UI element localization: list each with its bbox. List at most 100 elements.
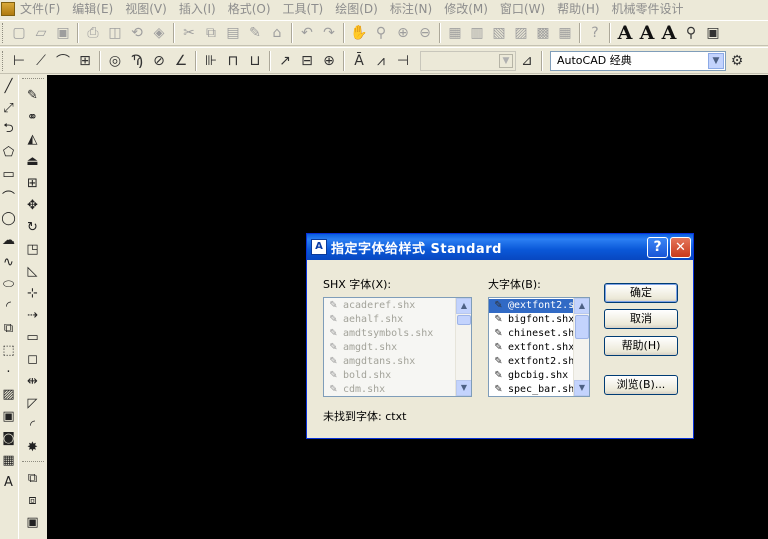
zoom-window-icon[interactable]: ⊕: [392, 22, 414, 44]
insert-block-icon[interactable]: ⧉: [1, 317, 17, 339]
pan-icon[interactable]: ✋: [348, 22, 370, 44]
erase-icon[interactable]: ✎: [22, 84, 44, 106]
stretch-icon[interactable]: ◺: [22, 260, 44, 282]
fillet-icon[interactable]: ◜: [22, 414, 44, 436]
toolbar-grip[interactable]: [21, 461, 44, 464]
menu-draw[interactable]: 绘图(D): [330, 0, 385, 17]
plot-icon[interactable]: ⎙: [82, 22, 104, 44]
list-item[interactable]: ✎ cdm.shx: [324, 383, 471, 396]
calculator-icon[interactable]: ▦: [554, 22, 576, 44]
menu-window[interactable]: 窗口(W): [495, 0, 552, 17]
dialog-titlebar[interactable]: A 指定字体给样式 Standard ? ✕: [307, 234, 693, 260]
cancel-button[interactable]: 取消: [604, 309, 678, 329]
revision-cloud-icon[interactable]: ☁: [1, 229, 17, 251]
region-icon[interactable]: ◙: [1, 427, 17, 449]
spline-icon[interactable]: ∿: [1, 251, 17, 273]
scale-icon[interactable]: ◳: [22, 238, 44, 260]
list-item[interactable]: ✎ amgdtans.shx: [324, 355, 471, 369]
menu-view[interactable]: 视图(V): [120, 0, 174, 17]
workspace-select[interactable]: AutoCAD 经典 ▼: [550, 50, 726, 71]
menu-tools[interactable]: 工具(T): [278, 0, 331, 17]
big-font-list[interactable]: ✎ @extfont2.shx ✎ bigfont.shx ✎ chineset.sh…: [488, 297, 590, 397]
copy-object-icon[interactable]: ⚭: [22, 106, 44, 128]
ellipse-arc-icon[interactable]: ◜: [1, 295, 17, 317]
polygon-icon[interactable]: ⬠: [1, 141, 17, 163]
menu-format[interactable]: 格式(O): [223, 0, 278, 17]
menu-modify[interactable]: 修改(M): [439, 0, 495, 17]
scroll-thumb[interactable]: [457, 315, 471, 325]
save-icon[interactable]: ▣: [52, 22, 74, 44]
browse-button[interactable]: 浏览(B)...: [604, 375, 678, 395]
list-item[interactable]: ✎ aehalf.shx: [324, 313, 471, 327]
sheet-set-icon[interactable]: ▨: [510, 22, 532, 44]
help-button[interactable]: 帮助(H): [604, 336, 678, 356]
find-replace-icon[interactable]: ⚲: [680, 22, 702, 44]
toolbar-grip[interactable]: [2, 23, 5, 43]
scroll-up-icon[interactable]: ▲: [456, 298, 471, 314]
workspace-settings-icon[interactable]: ⚙: [726, 50, 748, 72]
menu-file[interactable]: 文件(F): [15, 0, 67, 17]
autocad-app-icon[interactable]: [1, 1, 15, 16]
zoom-previous-icon[interactable]: ⊖: [414, 22, 436, 44]
copy-icon[interactable]: ⧉: [200, 22, 222, 44]
scroll-thumb[interactable]: [575, 315, 589, 339]
arc-length-icon[interactable]: ⌒: [52, 50, 74, 72]
rectangle-icon[interactable]: ▭: [1, 163, 17, 185]
draw-order-back-icon[interactable]: ⧈: [22, 489, 44, 511]
trim-icon[interactable]: ⊹: [22, 282, 44, 304]
ellipse-icon[interactable]: ⬭: [1, 273, 17, 295]
paste-icon[interactable]: ▤: [222, 22, 244, 44]
scroll-down-icon[interactable]: ▼: [456, 380, 471, 396]
draw-order-above-icon[interactable]: ▣: [22, 511, 44, 533]
ordinate-dimension-icon[interactable]: ⊞: [74, 50, 96, 72]
dimension-text-edit-icon[interactable]: ⩘: [370, 50, 392, 72]
extend-icon[interactable]: ⇢: [22, 304, 44, 326]
rotate-icon[interactable]: ↻: [22, 216, 44, 238]
menu-mechanical-parts[interactable]: 机械零件设计: [607, 0, 691, 17]
radius-dimension-icon[interactable]: ◎: [104, 50, 126, 72]
match-properties-icon[interactable]: ✎: [244, 22, 266, 44]
angular-dimension-icon[interactable]: ∠: [170, 50, 192, 72]
big-list-scrollbar[interactable]: ▲ ▼: [573, 298, 589, 396]
single-line-text-icon[interactable]: A: [636, 22, 658, 44]
shx-list-scrollbar[interactable]: ▲ ▼: [455, 298, 471, 396]
line-icon[interactable]: ╱: [1, 75, 17, 97]
polyline-icon[interactable]: ⮌: [1, 119, 17, 141]
spell-check-icon[interactable]: ▣: [702, 22, 724, 44]
new-file-icon[interactable]: ▢: [8, 22, 30, 44]
join-icon[interactable]: ⇹: [22, 370, 44, 392]
scroll-up-icon[interactable]: ▲: [574, 298, 589, 314]
publish-icon[interactable]: ⟲: [126, 22, 148, 44]
multiline-text-icon[interactable]: A: [614, 22, 636, 44]
explode-icon[interactable]: ✸: [22, 436, 44, 458]
continue-dimension-icon[interactable]: ⊔: [244, 50, 266, 72]
draw-order-front-icon[interactable]: ⧉: [22, 467, 44, 489]
construction-line-icon[interactable]: ⤢: [1, 97, 17, 119]
scroll-down-icon[interactable]: ▼: [574, 380, 589, 396]
dimension-style-icon[interactable]: ⊿: [516, 50, 538, 72]
list-item[interactable]: ✎ bold.shx: [324, 369, 471, 383]
toolbar-grip[interactable]: [2, 50, 5, 71]
zoom-realtime-icon[interactable]: ⚲: [370, 22, 392, 44]
quick-leader-icon[interactable]: ↗: [274, 50, 296, 72]
circle-icon[interactable]: ◯: [1, 207, 17, 229]
arc-icon[interactable]: ⌒: [1, 185, 17, 207]
break-at-point-icon[interactable]: ▭: [22, 326, 44, 348]
properties-icon[interactable]: ▦: [444, 22, 466, 44]
shx-font-list[interactable]: ✎ acaderef.shx ✎ aehalf.shx ✎ amdtsymbols.s…: [323, 297, 472, 397]
tolerance-icon[interactable]: ⊟: [296, 50, 318, 72]
move-icon[interactable]: ✥: [22, 194, 44, 216]
markup-icon[interactable]: ▩: [532, 22, 554, 44]
dimension-edit-icon[interactable]: Ᾱ: [348, 50, 370, 72]
offset-icon[interactable]: ⏏: [22, 150, 44, 172]
close-button[interactable]: ✕: [670, 236, 691, 258]
design-center-icon[interactable]: ▥: [466, 22, 488, 44]
plot-preview-icon[interactable]: ◫: [104, 22, 126, 44]
ok-button[interactable]: 确定: [604, 283, 678, 303]
multiline-text-icon[interactable]: A: [1, 471, 17, 493]
block-editor-icon[interactable]: ⌂: [266, 22, 288, 44]
table-icon[interactable]: ▦: [1, 449, 17, 471]
make-block-icon[interactable]: ⬚: [1, 339, 17, 361]
linear-dimension-icon[interactable]: ⊢: [8, 50, 30, 72]
break-icon[interactable]: ◻: [22, 348, 44, 370]
